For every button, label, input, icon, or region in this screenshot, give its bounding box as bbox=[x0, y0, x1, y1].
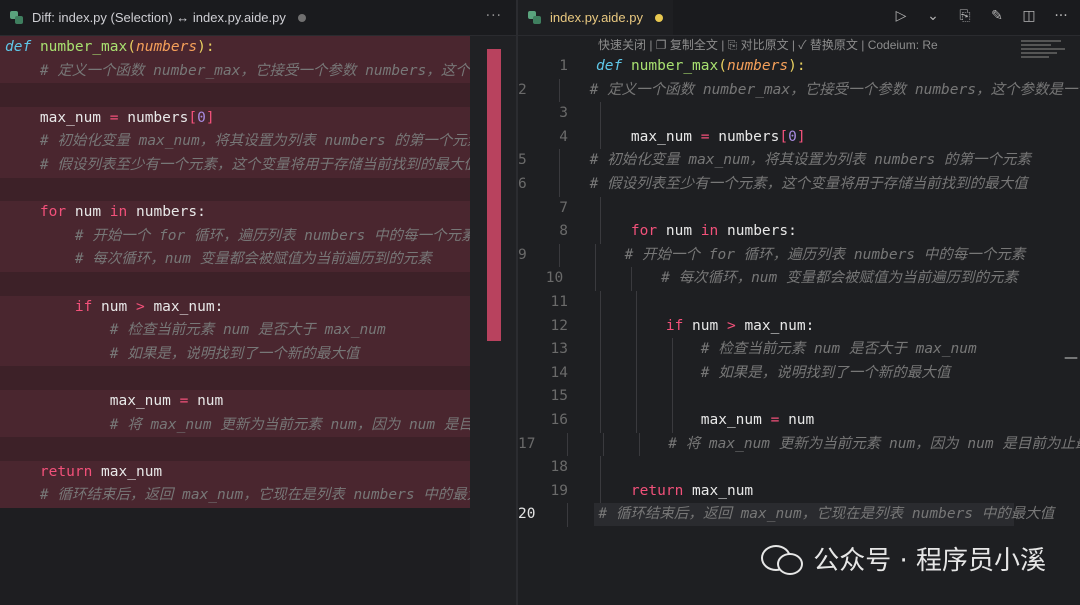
code-line: max_num = numbers[0] bbox=[0, 106, 487, 131]
code-line: 7 bbox=[518, 196, 1018, 221]
code-line: 14 # 如果是，说明找到了一个新的最大值 bbox=[518, 361, 1018, 386]
right-tab-bar: index.py.aide.py ▷ ⌄ ⎘ ✎ ◫ ··· bbox=[518, 0, 1080, 36]
compare-icon[interactable]: ⎘ bbox=[956, 8, 974, 24]
aide-file-tab[interactable]: index.py.aide.py bbox=[518, 0, 673, 35]
watermark-text: 公众号 · 程序员小溪 bbox=[813, 546, 1046, 576]
unsaved-dot-icon bbox=[655, 13, 663, 22]
chevron-down-icon[interactable]: ⌄ bbox=[924, 8, 942, 24]
code-editor[interactable]: 1 def number_max(numbers): 2 # 定义一个函数 num… bbox=[518, 55, 1080, 527]
code-line: 1 def number_max(numbers): bbox=[559, 58, 806, 74]
code-line: 19 return max_num bbox=[518, 479, 1018, 504]
code-line: 13 # 检查当前元素 num 是否大于 max_num bbox=[518, 338, 1018, 362]
run-icon[interactable]: ▷ bbox=[892, 8, 910, 24]
code-line: 9 # 开始一个 for 循环，遍历列表 numbers 中的每一个元素 bbox=[518, 243, 1025, 268]
code-line: 10 # 每次循环，num 变量都会被赋值为当前遍历到的元素 bbox=[518, 267, 1018, 291]
code-line: 3 bbox=[518, 102, 1018, 126]
more-actions-icon[interactable]: ··· bbox=[486, 8, 502, 24]
code-line: 17 # 将 max_num 更新为当前元素 num，因为 num 是目前为止最… bbox=[518, 432, 1080, 457]
code-line: 11 bbox=[518, 290, 1018, 315]
code-line: # 检查当前元素 num 是否大于 max_num bbox=[0, 319, 487, 343]
code-line: # 将 max_num 更新为当前元素 num，因为 num 是目前为止最大的值 bbox=[0, 413, 516, 438]
python-file-icon bbox=[10, 10, 24, 25]
python-file-icon bbox=[528, 10, 542, 25]
code-line: # 定义一个函数 number_max，它接受一个参数 numbers，这个参数… bbox=[0, 59, 516, 84]
code-line: max_num = num bbox=[0, 389, 487, 414]
code-line: # 假设列表至少有一个元素，这个变量将用于存储当前找到的最大值 bbox=[0, 153, 487, 178]
code-line: def number_max(numbers): bbox=[0, 36, 487, 60]
code-line: # 循环结束后，返回 max_num，它现在是列表 numbers 中的最大值 bbox=[0, 484, 496, 508]
code-line: 6 # 假设列表至少有一个元素，这个变量将用于存储当前找到的最大值 bbox=[518, 172, 1028, 197]
code-line: 4 max_num = numbers[0] bbox=[518, 125, 1018, 150]
pencil-icon[interactable]: ✎ bbox=[988, 8, 1006, 24]
code-line: # 初始化变量 max_num，将其设置为列表 numbers 的第一个元素 bbox=[0, 130, 487, 154]
code-line: 20 # 循环结束后，返回 max_num，它现在是列表 numbers 中的最… bbox=[518, 503, 1054, 527]
code-line bbox=[0, 366, 487, 390]
code-line: 2 # 定义一个函数 number_max，它接受一个参数 numbers，这个… bbox=[518, 78, 1080, 103]
codeium-action-bar[interactable]: 快速关闭 | ❐ 复制全文 | ⎘ 对比原文 | ✓ 替换原文 | Codeiu… bbox=[598, 36, 938, 54]
diff-change-marker bbox=[487, 49, 501, 341]
minimap[interactable] bbox=[1021, 40, 1073, 70]
wechat-watermark: 公众号 · 程序员小溪 bbox=[761, 540, 1046, 577]
code-line: # 开始一个 for 循环，遍历列表 numbers 中的每一个元素 bbox=[0, 224, 487, 249]
editor-actions: ▷ ⌄ ⎘ ✎ ◫ ··· bbox=[892, 8, 1070, 24]
aide-tab-label: index.py.aide.py bbox=[550, 10, 643, 25]
code-line: 18 bbox=[518, 456, 1018, 480]
left-tab-bar: Diff: index.py (Selection) ↔ index.py.ai… bbox=[0, 0, 516, 36]
code-line: if num > max_num: bbox=[0, 295, 487, 320]
code-line: 15 bbox=[518, 385, 1018, 409]
diff-tab[interactable]: Diff: index.py (Selection) ↔ index.py.ai… bbox=[0, 0, 316, 35]
dirty-dot-icon bbox=[297, 13, 306, 22]
cursor-position-marker: — bbox=[1064, 350, 1078, 366]
editor-empty-area bbox=[0, 509, 470, 605]
more-actions-icon[interactable]: ··· bbox=[1052, 8, 1070, 24]
code-line: # 如果是，说明找到了一个新的最大值 bbox=[0, 342, 487, 367]
code-line bbox=[0, 177, 487, 202]
code-line: # 每次循环，num 变量都会被赋值为当前遍历到的元素 bbox=[0, 248, 487, 272]
code-line bbox=[0, 437, 487, 461]
code-line: 12 if num > max_num: bbox=[518, 314, 1018, 339]
code-line: 8 for num in numbers: bbox=[518, 220, 1018, 244]
code-line: 5 # 初始化变量 max_num，将其设置为列表 numbers 的第一个元素 bbox=[518, 149, 1031, 173]
code-line: 16 max_num = num bbox=[518, 408, 1018, 433]
wechat-icon bbox=[761, 543, 804, 575]
diff-tab-label: Diff: index.py (Selection) ↔ index.py.ai… bbox=[32, 10, 286, 25]
diff-code-area[interactable]: def number_max(numbers): # 定义一个函数 number… bbox=[0, 36, 516, 508]
code-line: for num in numbers: bbox=[0, 201, 487, 225]
split-editor-icon[interactable]: ◫ bbox=[1020, 8, 1038, 24]
code-line: return max_num bbox=[0, 460, 487, 485]
diff-editor-pane: Diff: index.py (Selection) ↔ index.py.ai… bbox=[0, 0, 516, 605]
code-line bbox=[0, 83, 487, 107]
aide-editor-pane: index.py.aide.py ▷ ⌄ ⎘ ✎ ◫ ··· 快速关闭 | ❐ … bbox=[518, 0, 1080, 605]
code-line bbox=[0, 271, 487, 296]
